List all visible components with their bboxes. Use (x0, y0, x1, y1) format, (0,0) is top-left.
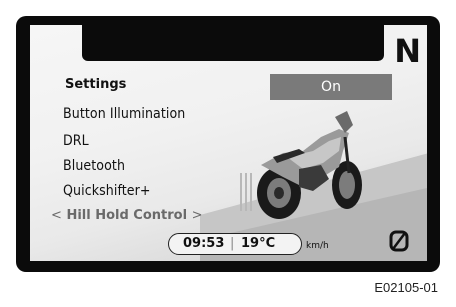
settings-title: Settings (65, 77, 127, 92)
time-temperature-pill: 09:53 | 19°C (168, 233, 302, 255)
indicator-bars (240, 173, 254, 211)
slashed-zero-icon (389, 230, 409, 252)
clock-time: 09:53 (183, 236, 225, 251)
figure-caption: E02105-01 (374, 280, 438, 295)
speed-unit: km/h (306, 241, 329, 251)
motorcycle-image (257, 111, 362, 219)
menu-item-drl[interactable]: DRL (63, 133, 89, 149)
chevron-right-icon[interactable]: > (192, 208, 203, 223)
value-on-button[interactable]: On (270, 74, 392, 100)
menu-item-button-illumination[interactable]: Button Illumination (63, 106, 185, 122)
menu-item-bluetooth[interactable]: Bluetooth (63, 158, 125, 174)
selected-item-label: Hill Hold Control (66, 208, 188, 223)
pill-separator: | (230, 236, 235, 251)
menu-item-quickshifter[interactable]: Quickshifter+ (63, 183, 151, 199)
top-status-bar (82, 25, 384, 61)
dashboard-screen: N Settings Button Illumination DRL Bluet… (30, 25, 427, 261)
menu-item-hill-hold-control[interactable]: < Hill Hold Control > (51, 208, 203, 223)
ambient-temperature: 19°C (241, 236, 276, 251)
gear-indicator: N (394, 32, 421, 70)
chevron-left-icon[interactable]: < (51, 208, 62, 223)
